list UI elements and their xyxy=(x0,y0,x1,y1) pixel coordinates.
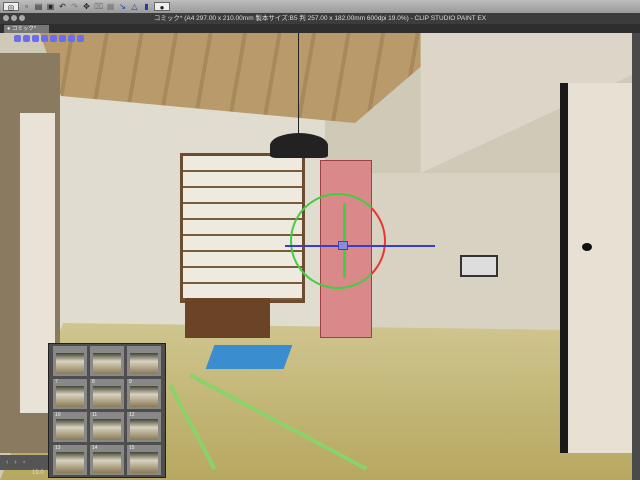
thumbnail-number: 12 xyxy=(129,412,135,418)
gizmo-center-handle[interactable] xyxy=(338,241,348,250)
camera-preset-thumbnail[interactable]: 7 xyxy=(53,379,87,409)
shoji-window xyxy=(180,153,305,303)
tab-comic[interactable]: ● コミック* xyxy=(4,25,49,33)
camera-preset-thumbnail[interactable]: 14 xyxy=(90,445,124,475)
camera-preset-thumbnail[interactable]: 10 xyxy=(53,412,87,442)
help-icon[interactable]: ● xyxy=(154,2,170,12)
open-file-icon[interactable]: ▤ xyxy=(34,2,43,11)
page-icon[interactable]: ▫ xyxy=(23,459,25,467)
document-tabs: ● コミック* xyxy=(0,24,640,33)
zoom-level: 19.0 xyxy=(32,470,44,476)
camera-preset-thumbnail[interactable] xyxy=(127,346,161,376)
camera-preset-thumbnail[interactable] xyxy=(53,346,87,376)
floor-cushion xyxy=(205,345,293,369)
thumbnail-number: 7 xyxy=(55,379,58,385)
prev-button[interactable]: ‹ xyxy=(6,459,8,467)
thumbnail-image xyxy=(93,452,121,473)
camera-preset-thumbnail[interactable]: 9 xyxy=(127,379,161,409)
pendant-lamp xyxy=(270,133,328,158)
television xyxy=(460,255,498,277)
vertical-scrollbar[interactable] xyxy=(632,33,640,480)
low-desk xyxy=(185,298,270,338)
object-rotate-y-icon[interactable] xyxy=(68,35,75,42)
thumbnail-image xyxy=(130,353,158,374)
thumbnail-image xyxy=(93,419,121,440)
camera-preset-thumbnail[interactable]: 15 xyxy=(127,445,161,475)
main-toolbar: ◎ ▫ ▤ ▣ ↶ ↷ ✥ ⌧ ▦ ↘ △ ▮ ● xyxy=(0,0,640,13)
thumbnail-number: 8 xyxy=(92,379,95,385)
title-bar: コミック* (A4 297.00 x 210.00mm 製本サイズ:B5 判 2… xyxy=(0,13,640,24)
thumbnail-number: 14 xyxy=(92,445,98,451)
camera-preset-thumbnail[interactable]: 11 xyxy=(90,412,124,442)
clear-icon[interactable]: ⌧ xyxy=(94,2,103,11)
maximize-window-icon[interactable] xyxy=(19,15,25,21)
object-launcher xyxy=(14,35,84,42)
status-bar: ‹ › ▫ xyxy=(0,455,48,470)
camera-preset-thumbnail[interactable]: 8 xyxy=(90,379,124,409)
camera-pan-icon[interactable] xyxy=(23,35,30,42)
snap-ruler-icon[interactable]: ↘ xyxy=(118,2,127,11)
camera-preset-thumbnail[interactable]: 13 xyxy=(53,445,87,475)
object-scale-icon[interactable] xyxy=(77,35,84,42)
fill-icon[interactable]: ▦ xyxy=(106,2,115,11)
thumbnail-image xyxy=(93,386,121,407)
thumbnail-number: 10 xyxy=(55,412,61,418)
thumbnail-image xyxy=(130,419,158,440)
thumbnail-image xyxy=(56,386,84,407)
thumbnail-image xyxy=(56,353,84,374)
camera-preset-thumbnail[interactable]: 12 xyxy=(127,412,161,442)
thumbnail-number: 11 xyxy=(92,412,98,418)
thumbnail-number: 15 xyxy=(129,445,135,451)
object-rotate-icon[interactable] xyxy=(50,35,57,42)
snap-grid-icon[interactable]: ▮ xyxy=(142,2,151,11)
transform-icon[interactable]: ✥ xyxy=(82,2,91,11)
undo-icon[interactable]: ↶ xyxy=(58,2,67,11)
save-icon[interactable]: ▣ xyxy=(46,2,55,11)
camera-preset-thumbnail[interactable] xyxy=(90,346,124,376)
lamp-cord xyxy=(298,33,299,133)
object-move-icon[interactable] xyxy=(41,35,48,42)
door-handle xyxy=(582,243,592,251)
snap-special-ruler-icon[interactable]: △ xyxy=(130,2,139,11)
x-axis-handle[interactable] xyxy=(285,245,435,247)
camera-preset-panel: 7 8 9 10 11 12 13 14 15 xyxy=(48,343,166,478)
camera-rotate-icon[interactable] xyxy=(14,35,21,42)
minimize-window-icon[interactable] xyxy=(11,15,17,21)
thumbnail-image xyxy=(56,419,84,440)
sliding-door-right xyxy=(560,83,632,453)
window-title: コミック* (A4 297.00 x 210.00mm 製本サイズ:B5 判 2… xyxy=(153,15,487,22)
close-window-icon[interactable] xyxy=(3,15,9,21)
redo-icon[interactable]: ↷ xyxy=(70,2,79,11)
next-button[interactable]: › xyxy=(14,459,16,467)
thumbnail-number: 13 xyxy=(55,445,61,451)
thumbnail-image xyxy=(130,452,158,473)
thumbnail-number: 9 xyxy=(129,379,132,385)
window-controls xyxy=(3,15,25,21)
new-file-icon[interactable]: ▫ xyxy=(22,2,31,11)
thumbnail-image xyxy=(56,452,84,473)
thumbnail-image xyxy=(130,386,158,407)
camera-dolly-icon[interactable] xyxy=(32,35,39,42)
clip-studio-icon[interactable]: ◎ xyxy=(3,2,19,12)
thumbnail-image xyxy=(93,353,121,374)
object-rotate-xy-icon[interactable] xyxy=(59,35,66,42)
